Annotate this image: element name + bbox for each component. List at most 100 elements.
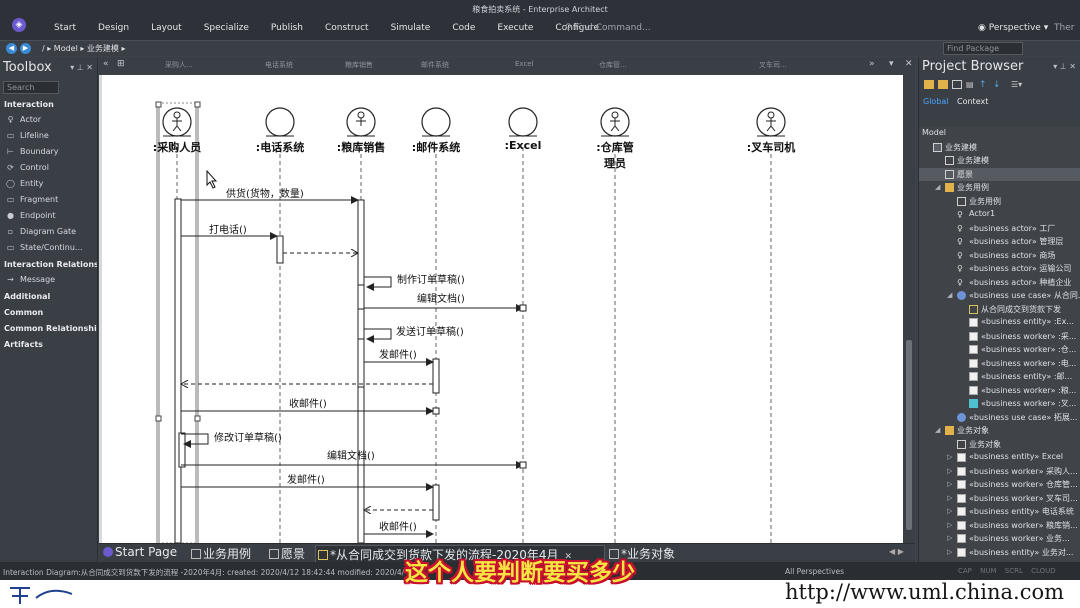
app-menu-icon[interactable]: ◈	[12, 18, 26, 32]
new-diagram-icon[interactable]	[952, 80, 962, 89]
move-up-icon[interactable]: ↑	[979, 80, 989, 90]
back-icon[interactable]: ◀	[6, 43, 17, 54]
resize-handle[interactable]	[194, 415, 201, 422]
tree-node[interactable]: 业务对象	[919, 438, 1080, 452]
tree-node[interactable]: «business worker» :仓...	[919, 343, 1080, 357]
diagram-canvas[interactable]: :采购人员:电话系统:粮库销售:邮件系统:Excel:仓库管理员:叉车司机 供货(…	[99, 75, 903, 543]
toolbox-section[interactable]: Interaction	[0, 96, 97, 112]
lifeline-label[interactable]: :叉车司机	[726, 139, 816, 155]
perspective-button[interactable]: ◉ Perspective ▾	[978, 23, 1048, 33]
expand-toggle-icon[interactable]: ▷	[947, 453, 955, 461]
toolbox-section[interactable]: Additional	[0, 288, 97, 304]
tree-node[interactable]: 业务建模	[919, 154, 1080, 168]
toolbox-item[interactable]: ● Endpoint	[0, 208, 97, 224]
message-label[interactable]: 打电话()	[209, 221, 247, 236]
message-label[interactable]: 发邮件()	[379, 346, 417, 361]
lifeline-label[interactable]: :Excel	[478, 139, 568, 152]
tree-node[interactable]: «business entity» :Ex...	[919, 316, 1080, 330]
panel-controls[interactable]: ▾ ⊥ ✕	[1053, 62, 1076, 71]
move-down-icon[interactable]: ↓	[993, 80, 1003, 90]
expand-toggle-icon[interactable]: ▷	[947, 480, 955, 488]
add-element-icon[interactable]: ▤	[966, 80, 976, 89]
tree-node[interactable]: «business entity» :邮...	[919, 370, 1080, 384]
expand-toggle-icon[interactable]: ▷	[947, 494, 955, 502]
scroll-thumb[interactable]	[906, 340, 912, 530]
breadcrumb[interactable]: / ▸ Model ▸ 业务建模 ▸	[42, 43, 125, 54]
menu-layout[interactable]: Layout	[151, 23, 182, 33]
lifeline-label[interactable]: :仓库管理员	[595, 139, 635, 171]
tree-node[interactable]: ♀ «business actor» 商场	[919, 249, 1080, 263]
menu-design[interactable]: Design	[98, 23, 129, 33]
close-icon[interactable]: ✕	[905, 59, 913, 69]
resize-handle[interactable]	[155, 101, 162, 108]
message-label[interactable]: 收邮件()	[289, 395, 327, 410]
tree-node[interactable]: 从合同成交到货款下发	[919, 303, 1080, 317]
message-label[interactable]: 编辑文档()	[417, 290, 465, 305]
toolbox-search-input[interactable]: Search	[3, 81, 59, 94]
tree-node[interactable]: ◢ 业务对象	[919, 424, 1080, 438]
panel-controls[interactable]: ▾ ⊥ ✕	[70, 63, 93, 72]
tree-node[interactable]: «business use case» 拓展...	[919, 411, 1080, 425]
expand-toggle-icon[interactable]: ▷	[947, 521, 955, 529]
tree-node[interactable]: ◢ 业务用例	[919, 181, 1080, 195]
menu-code[interactable]: Code	[452, 23, 475, 33]
tree-node[interactable]: ◢ «business use case» 从合同...	[919, 289, 1080, 303]
message-label[interactable]: 发邮件()	[287, 471, 325, 486]
collapse-right-icon[interactable]: »	[869, 59, 875, 69]
message-label[interactable]: 收邮件()	[379, 518, 417, 533]
tab-global[interactable]: Global	[923, 97, 949, 106]
toolbox-item[interactable]: ▭ Lifeline	[0, 128, 97, 144]
message-label[interactable]: 修改订单草稿()	[214, 429, 282, 444]
toolbox-section[interactable]: Interaction Relations	[0, 256, 97, 272]
tree-node[interactable]: ▷ «business entity» Excel	[919, 451, 1080, 465]
user-label[interactable]: Ther	[1054, 23, 1074, 33]
tree-node[interactable]: ▷ «business worker» 粮库销...	[919, 519, 1080, 533]
menu-icon[interactable]: ☰▾	[1011, 80, 1031, 89]
pin-icon[interactable]: ▾	[889, 59, 894, 69]
find-package-input[interactable]: Find Package	[943, 42, 1023, 55]
toolbox-item[interactable]: ▫ Diagram Gate	[0, 224, 97, 240]
toolbox-item[interactable]: → Message	[0, 272, 97, 288]
tab-context[interactable]: Context	[957, 97, 988, 106]
find-command-input[interactable]: ♀ Find Command...	[565, 23, 651, 33]
toolbox-section[interactable]: Common	[0, 304, 97, 320]
tree-node[interactable]: ▷ «business worker» 业务...	[919, 532, 1080, 546]
tree-node[interactable]: 业务建模	[919, 141, 1080, 155]
tree-node[interactable]: ▷ «business worker» 仓库管...	[919, 478, 1080, 492]
collapse-left-icon[interactable]: «	[103, 59, 109, 69]
menu-construct[interactable]: Construct	[325, 23, 369, 33]
resize-handle[interactable]	[155, 415, 162, 422]
tree-node[interactable]: ▷ «business worker» 叉车司...	[919, 492, 1080, 506]
tree-node[interactable]: «business worker» :叉...	[919, 397, 1080, 411]
resize-handle[interactable]	[194, 101, 201, 108]
menu-specialize[interactable]: Specialize	[204, 23, 249, 33]
tree-root[interactable]: Model	[919, 127, 1080, 141]
diagram-toolbar-icon[interactable]: ⊞	[117, 59, 125, 69]
tree-node[interactable]: ▷ «business entity» 电话系统	[919, 505, 1080, 519]
menu-simulate[interactable]: Simulate	[391, 23, 431, 33]
toolbox-item[interactable]: ▭ Fragment	[0, 192, 97, 208]
tree-node[interactable]: ♀ «business actor» 种植企业	[919, 276, 1080, 290]
tree-node[interactable]: ▷ «business entity» 业务对...	[919, 546, 1080, 560]
diagram-vertical-scrollbar[interactable]	[903, 75, 915, 543]
new-folder-icon[interactable]	[938, 80, 948, 89]
expand-toggle-icon[interactable]: ▷	[947, 467, 955, 475]
expand-toggle-icon[interactable]: ▷	[947, 548, 955, 556]
menu-start[interactable]: Start	[54, 23, 76, 33]
menu-execute[interactable]: Execute	[497, 23, 533, 33]
tree-node[interactable]: «business worker» :电...	[919, 357, 1080, 371]
toolbox-section[interactable]: Common Relationshi	[0, 320, 97, 336]
toolbox-item[interactable]: ▭ State/Continu...	[0, 240, 97, 256]
toolbox-item[interactable]: ♀ Actor	[0, 112, 97, 128]
tree-node[interactable]: ♀ «business actor» 工厂	[919, 222, 1080, 236]
lifeline-label[interactable]: :采购人员	[132, 139, 222, 155]
tab-scroll-arrows[interactable]: ◀ ▶	[889, 547, 904, 556]
expand-toggle-icon[interactable]: ▷	[947, 507, 955, 515]
tab-start-page[interactable]: Start Page	[101, 545, 177, 562]
lifeline-label[interactable]: :电话系统	[235, 139, 325, 155]
message-label[interactable]: 编辑文档()	[327, 447, 375, 462]
tree-node[interactable]: ▷ «business worker» 采购人...	[919, 465, 1080, 479]
message-label[interactable]: 制作订单草稿()	[397, 271, 465, 286]
tab-vision[interactable]: 愿景	[267, 545, 305, 562]
expand-toggle-icon[interactable]: ◢	[935, 183, 943, 191]
